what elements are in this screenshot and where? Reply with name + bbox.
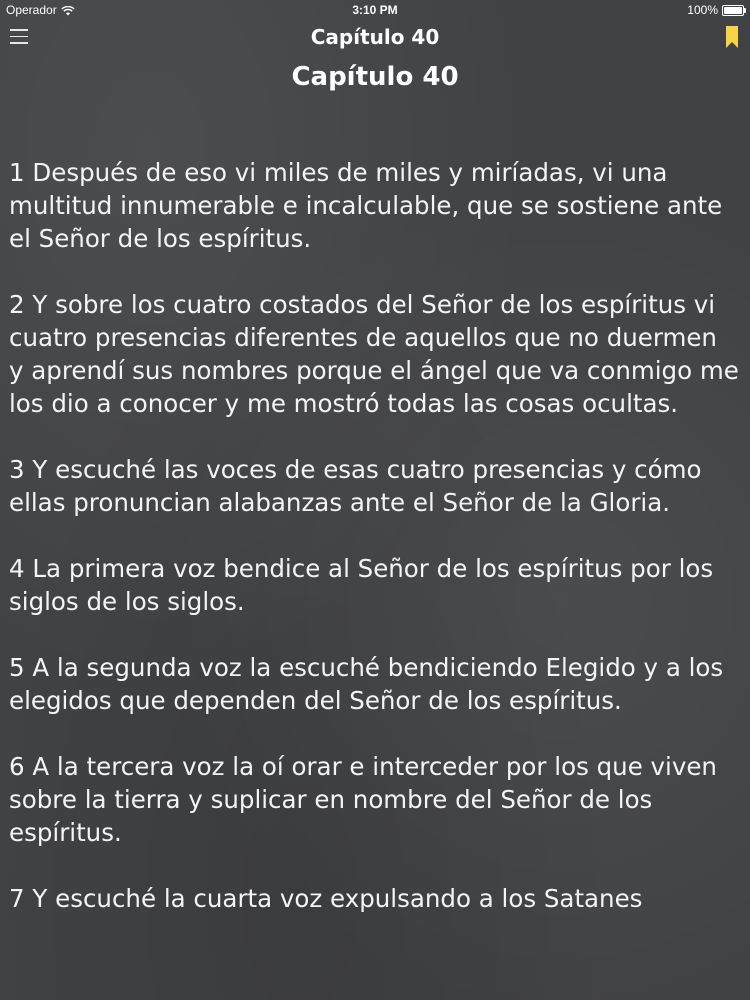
verse-3: 3 Y escuché las voces de esas cuatro pre… [9, 455, 702, 517]
battery-icon [722, 4, 746, 16]
chapter-heading: Capítulo 40 [291, 62, 459, 92]
nav-title: Capítulo 40 [310, 25, 440, 49]
battery-info: 100% [687, 3, 746, 17]
bookmark-icon[interactable] [726, 26, 738, 48]
verse-2: 2 Y sobre los cuatro costados del Señor … [9, 290, 739, 418]
status-time: 3:10 PM [352, 3, 398, 17]
battery-percent: 100% [687, 3, 718, 17]
verse-4: 4 La primera voz bendice al Señor de los… [9, 554, 714, 616]
verse-1: 1 Después de eso vi miles de miles y mir… [9, 158, 723, 253]
verse-6: 6 A la tercera voz la oí orar e interced… [9, 752, 717, 847]
verse-5: 5 A la segunda voz la escuché bendiciend… [9, 653, 724, 715]
navigation-bar: Capítulo 40 [0, 20, 750, 56]
status-bar: Operador 3:10 PM 100% [0, 0, 750, 20]
chapter-text: 1 Después de eso vi miles de miles y mir… [9, 156, 739, 948]
verse-7: 7 Y escuché la cuarta voz expulsando a l… [9, 884, 643, 913]
